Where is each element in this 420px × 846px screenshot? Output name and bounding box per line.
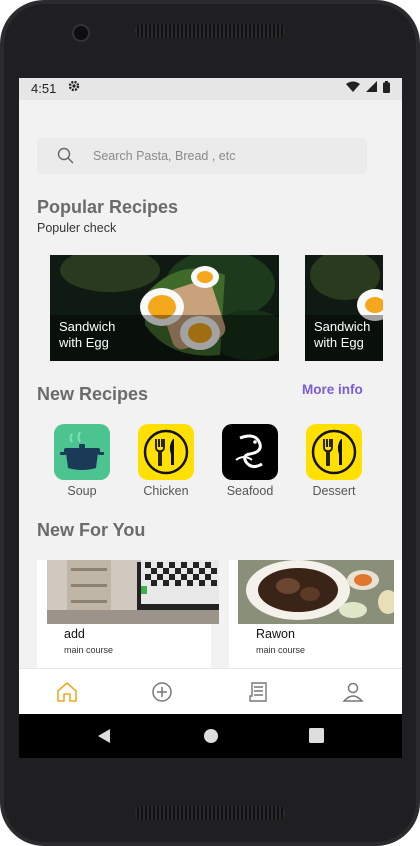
status-icons — [346, 81, 390, 93]
add-icon[interactable] — [150, 680, 174, 704]
recipe-card-label: Sandwich with Egg — [59, 319, 116, 350]
search-input[interactable]: Search Pasta, Bread , etc — [93, 149, 235, 163]
category-label: Dessert — [312, 484, 356, 498]
search-bar[interactable]: Search Pasta, Bread , etc — [37, 138, 367, 174]
recents-icon[interactable] — [309, 728, 324, 743]
gear-icon — [68, 80, 80, 95]
category-label: Seafood — [226, 484, 274, 498]
fork-knife-icon — [306, 424, 362, 480]
new-for-you-title: New For You — [37, 520, 146, 540]
bottom-speaker — [135, 806, 285, 820]
seafood-icon — [222, 424, 278, 480]
recipe-category: main course — [256, 645, 306, 655]
phone-frame: 4:51 Search Pasta, Bread , etc Popular R… — [0, 0, 420, 846]
category-dessert[interactable]: Dessert — [306, 424, 362, 498]
category-label: Chicken — [143, 484, 189, 498]
more-info-link[interactable]: More info — [302, 382, 363, 397]
category-seafood[interactable]: Seafood — [222, 424, 278, 498]
top-speaker — [135, 24, 285, 38]
recipe-title: Rawon — [256, 627, 295, 641]
bottom-navigation — [19, 668, 402, 715]
signal-icon — [366, 81, 377, 92]
popular-recipes-subtitle: Populer check — [37, 221, 117, 235]
system-navigation-bar — [19, 714, 402, 758]
status-time: 4:51 — [31, 81, 57, 96]
new-for-you-card[interactable]: add main course — [37, 560, 219, 670]
status-bar: 4:51 — [19, 78, 402, 100]
new-recipes-title: New Recipes — [37, 384, 149, 404]
battery-icon — [383, 81, 390, 93]
back-icon[interactable] — [97, 728, 111, 744]
popular-recipes-title: Popular Recipes — [37, 197, 179, 217]
search-icon — [57, 147, 74, 164]
receipt-icon[interactable] — [246, 680, 270, 704]
profile-icon[interactable] — [341, 680, 365, 704]
recipe-image — [238, 560, 394, 624]
category-label: Soup — [67, 484, 97, 498]
recipe-card[interactable]: Sandwich with Egg — [50, 255, 279, 361]
recipe-image — [47, 560, 219, 624]
home-icon[interactable] — [55, 680, 79, 704]
front-camera — [72, 24, 90, 42]
fork-knife-icon — [138, 424, 194, 480]
recipe-title: add — [64, 627, 85, 641]
home-circle-icon[interactable] — [203, 728, 219, 744]
recipe-category: main course — [64, 645, 114, 655]
soup-pot-icon — [54, 424, 110, 480]
new-for-you-card[interactable]: Rawon main course — [229, 560, 402, 670]
recipe-card-label: Sandwich with Egg — [314, 319, 371, 350]
app-screen: 4:51 Search Pasta, Bread , etc Popular R… — [19, 78, 402, 758]
recipe-card[interactable]: Sandwich with Egg — [305, 255, 383, 361]
category-chicken[interactable]: Chicken — [138, 424, 194, 498]
category-soup[interactable]: Soup — [54, 424, 110, 498]
wifi-icon — [346, 81, 360, 92]
